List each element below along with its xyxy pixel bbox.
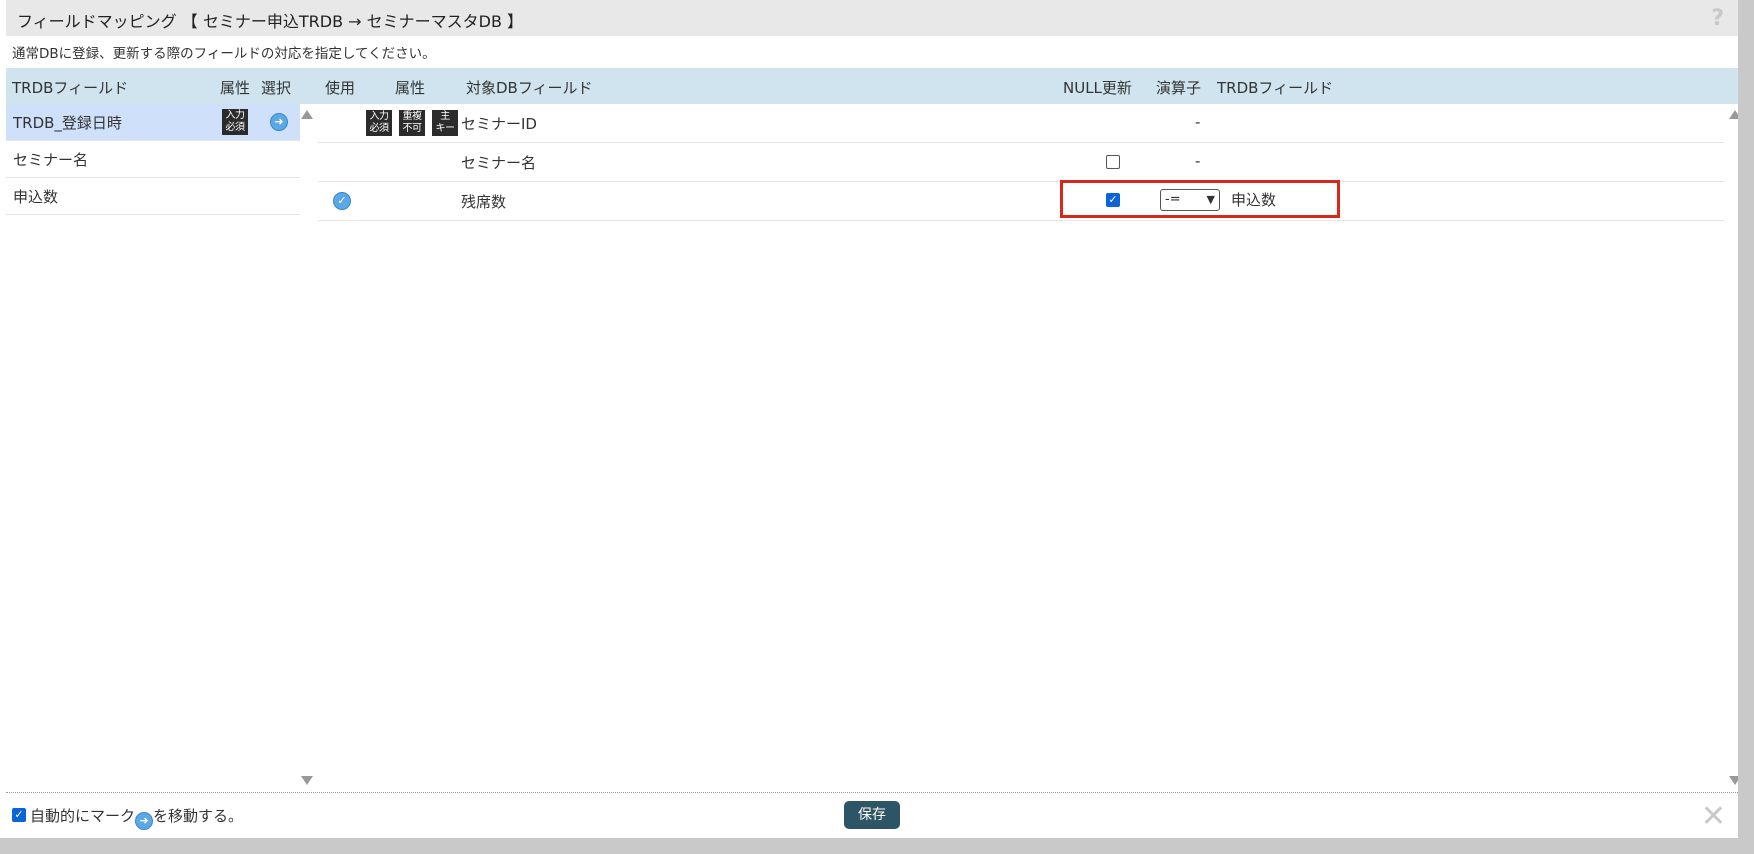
trdb-field-label: セミナー名: [13, 151, 89, 169]
operator-placeholder: -: [1195, 113, 1201, 131]
dialog-titlebar: フィールドマッピング 【 セミナー申込TRDB → セミナーマスタDB 】 ?: [6, 0, 1738, 36]
left-scroll-up-icon[interactable]: [301, 110, 313, 119]
help-icon[interactable]: ?: [1711, 6, 1724, 31]
header-attr-left: 属性: [220, 79, 251, 97]
target-field-name: セミナーID: [461, 115, 537, 133]
close-icon[interactable]: ✕: [1701, 799, 1726, 834]
trdb-field-row[interactable]: 申込数: [6, 178, 300, 215]
header-trdb-field: TRDBフィールド: [12, 79, 129, 97]
dialog-description: 通常DBに登録、更新する際のフィールドの対応を指定してください。: [12, 46, 436, 62]
null-update-checkbox[interactable]: ✓: [1106, 193, 1120, 207]
right-scroll-down-icon[interactable]: [1729, 776, 1738, 785]
header-attr-right: 属性: [395, 79, 426, 97]
trdb-field-label: 申込数: [13, 188, 59, 206]
header-operator: 演算子: [1156, 79, 1202, 97]
target-field-row[interactable]: ✓ 残席数: [318, 182, 1724, 221]
page-edge-bottom: [0, 838, 1754, 854]
arrow-circle-right-icon: ➜: [135, 812, 154, 830]
header-select: 選択: [261, 79, 292, 97]
target-field-name: セミナー名: [461, 154, 537, 172]
target-field-row[interactable]: 入力 必須 重複 不可 主キー セミナーID -: [318, 104, 1724, 143]
check-circle-icon[interactable]: ✓: [333, 192, 351, 210]
header-trdb-field-right: TRDBフィールド: [1217, 79, 1334, 97]
target-field-name: 残席数: [461, 193, 507, 211]
dialog-footer: ✓ 自動的にマーク ➜ を移動する。 保存 ✕: [6, 792, 1738, 838]
target-field-row[interactable]: セミナー名 -: [318, 143, 1724, 182]
right-scroll-up-icon[interactable]: [1729, 110, 1738, 119]
header-target-db-field: 対象DBフィールド: [466, 79, 593, 97]
required-badge-icon: 入力 必須: [366, 110, 392, 136]
left-scroll-down-icon[interactable]: [301, 776, 313, 785]
required-badge-icon: 入力 必須: [222, 109, 248, 135]
trdb-field-list: TRDB_登録日時 入力 必須 ➜ セミナー名 申込数: [6, 104, 300, 790]
mapped-trdb-field: 申込数: [1231, 191, 1277, 209]
header-use: 使用: [325, 79, 356, 97]
no-duplicate-badge-icon: 重複 不可: [399, 110, 425, 136]
chevron-down-icon: ▼: [1206, 193, 1215, 206]
auto-move-label: 自動的にマーク ➜ を移動する。: [30, 805, 243, 830]
dialog-title: フィールドマッピング 【 セミナー申込TRDB → セミナーマスタDB 】: [17, 12, 524, 31]
trdb-field-row[interactable]: セミナー名: [6, 141, 300, 178]
operator-select[interactable]: -= ▼: [1160, 189, 1220, 211]
operator-placeholder: -: [1195, 152, 1201, 170]
trdb-field-label: TRDB_登録日時: [13, 114, 122, 132]
field-mapping-dialog: フィールドマッピング 【 セミナー申込TRDB → セミナーマスタDB 】 ? …: [6, 0, 1738, 838]
save-button[interactable]: 保存: [844, 801, 900, 829]
auto-move-checkbox[interactable]: ✓: [12, 808, 26, 822]
null-update-checkbox[interactable]: [1106, 155, 1120, 169]
page-edge-right: [1738, 0, 1754, 838]
arrow-circle-right-icon[interactable]: ➜: [270, 113, 288, 131]
trdb-field-row[interactable]: TRDB_登録日時 入力 必須 ➜: [6, 104, 300, 141]
header-null-update: NULL更新: [1063, 79, 1132, 97]
target-field-list: 入力 必須 重複 不可 主キー セミナーID - セミナー名 - ✓ 残席数: [318, 104, 1724, 790]
column-header: TRDBフィールド 属性 選択 使用 属性 対象DBフィールド NULL更新 演…: [6, 68, 1738, 104]
primary-key-badge-icon: 主キー: [432, 110, 458, 136]
